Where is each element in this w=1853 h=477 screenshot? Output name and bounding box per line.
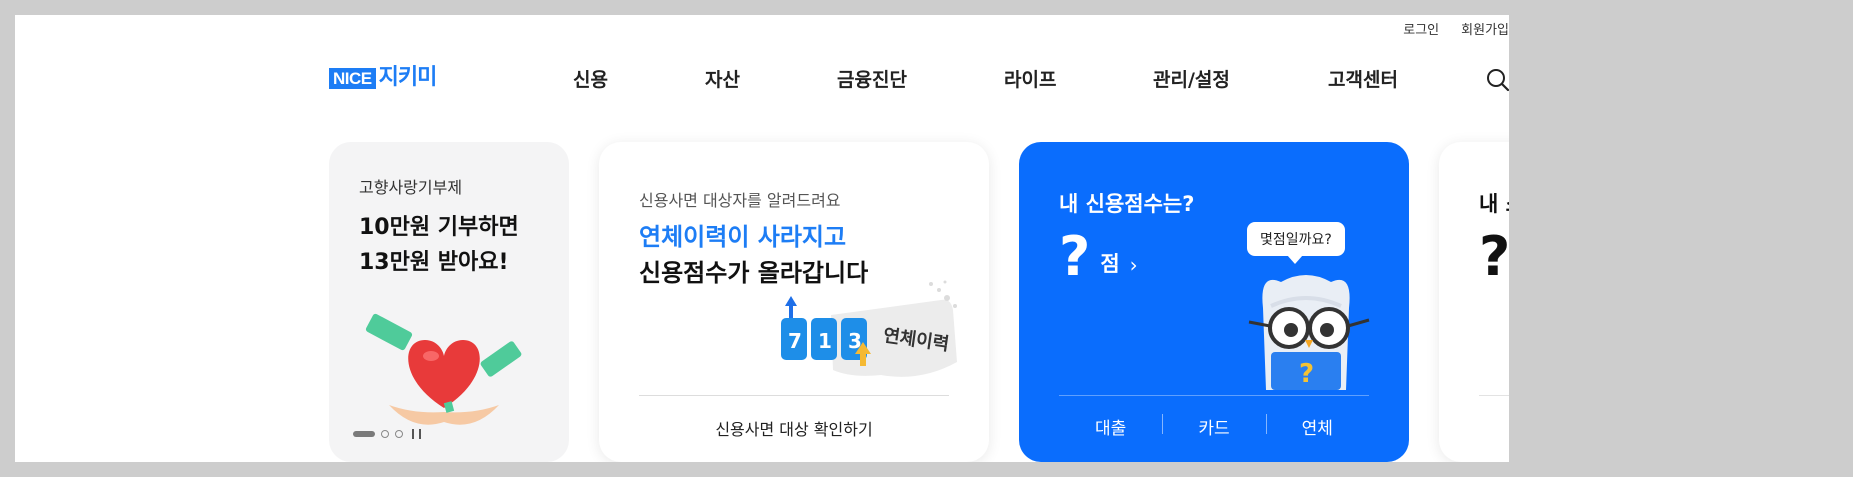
banner-pager	[353, 429, 421, 439]
pager-dot[interactable]	[381, 430, 389, 438]
donation-title-line1: 10만원 기부하면	[359, 215, 519, 240]
amnesty-subtitle: 신용사면 대상자를 알려드려요	[639, 191, 841, 210]
credit-tabs: 대출 카드 연체	[1059, 414, 1369, 439]
tab-card[interactable]: 카드	[1162, 414, 1265, 439]
credit-score-unit: 점	[1100, 252, 1120, 276]
credit-score-value: ?	[1059, 225, 1091, 288]
partial-score-card[interactable]: 내 소 ?	[1439, 142, 1509, 462]
nav-item-credit[interactable]: 신용	[573, 65, 608, 92]
card-divider	[1059, 395, 1369, 396]
partial-card-score: ?	[1479, 225, 1509, 288]
donation-title-line2: 13만원 받아요!	[359, 250, 509, 275]
login-link[interactable]: 로그인	[1403, 19, 1439, 38]
utility-links: 로그인 회원가입	[1403, 15, 1509, 41]
nav-item-assets[interactable]: 자산	[705, 65, 740, 92]
signup-link[interactable]: 회원가입	[1461, 19, 1509, 38]
page-viewport: 로그인 회원가입 NICE 지키미 신용 자산 금융진단 라이프 관리/설정 고…	[15, 15, 1509, 462]
partial-card-title: 내 소	[1479, 192, 1509, 216]
tab-delinquency[interactable]: 연체	[1265, 414, 1369, 439]
pager-active[interactable]	[353, 431, 375, 437]
amnesty-title-highlight: 연체이력이 사라지고	[639, 223, 847, 251]
svg-text:?: ?	[1299, 359, 1314, 389]
pause-icon[interactable]	[412, 429, 421, 439]
donation-subtitle: 고향사랑기부제	[359, 178, 463, 197]
nav-item-customer-center[interactable]: 고객센터	[1328, 65, 1398, 92]
check-amnesty-button[interactable]: 신용사면 대상 확인하기	[599, 416, 989, 440]
illustration-digit: 7	[788, 329, 802, 353]
speech-bubble: 몇점일까요?	[1247, 222, 1345, 264]
credit-score-link[interactable]: ? 점 ›	[1059, 230, 1138, 284]
credit-score-card[interactable]: 내 신용점수는? ? 점 › 몇점일까요? ? 대출 카드 연체	[1019, 142, 1409, 462]
donation-title: 10만원 기부하면 13만원 받아요!	[359, 210, 519, 280]
tab-loan[interactable]: 대출	[1059, 414, 1162, 439]
credit-amnesty-card[interactable]: 신용사면 대상자를 알려드려요 연체이력이 사라지고 신용점수가 올라갑니다 연…	[599, 142, 989, 462]
nav-item-life[interactable]: 라이프	[1004, 65, 1056, 92]
illustration-digit: 1	[818, 329, 832, 353]
main-navigation: 신용 자산 금융진단 라이프 관리/설정 고객센터	[15, 65, 1509, 95]
delinquency-record-illustration: 연체이력 7 1 3	[771, 270, 961, 385]
nav-item-settings[interactable]: 관리/설정	[1153, 65, 1230, 92]
heart-money-hands-illustration	[359, 310, 529, 435]
pager-dot[interactable]	[395, 430, 403, 438]
chevron-right-icon: ›	[1129, 253, 1138, 277]
card-divider	[1479, 395, 1509, 396]
nav-item-financial-check[interactable]: 금융진단	[837, 65, 907, 92]
donation-banner-card[interactable]: 고향사랑기부제 10만원 기부하면 13만원 받아요!	[329, 142, 569, 462]
credit-score-title: 내 신용점수는?	[1059, 192, 1195, 216]
owl-mascot-illustration: ?	[1231, 260, 1381, 390]
card-divider	[639, 395, 949, 396]
search-icon[interactable]	[1485, 67, 1509, 93]
